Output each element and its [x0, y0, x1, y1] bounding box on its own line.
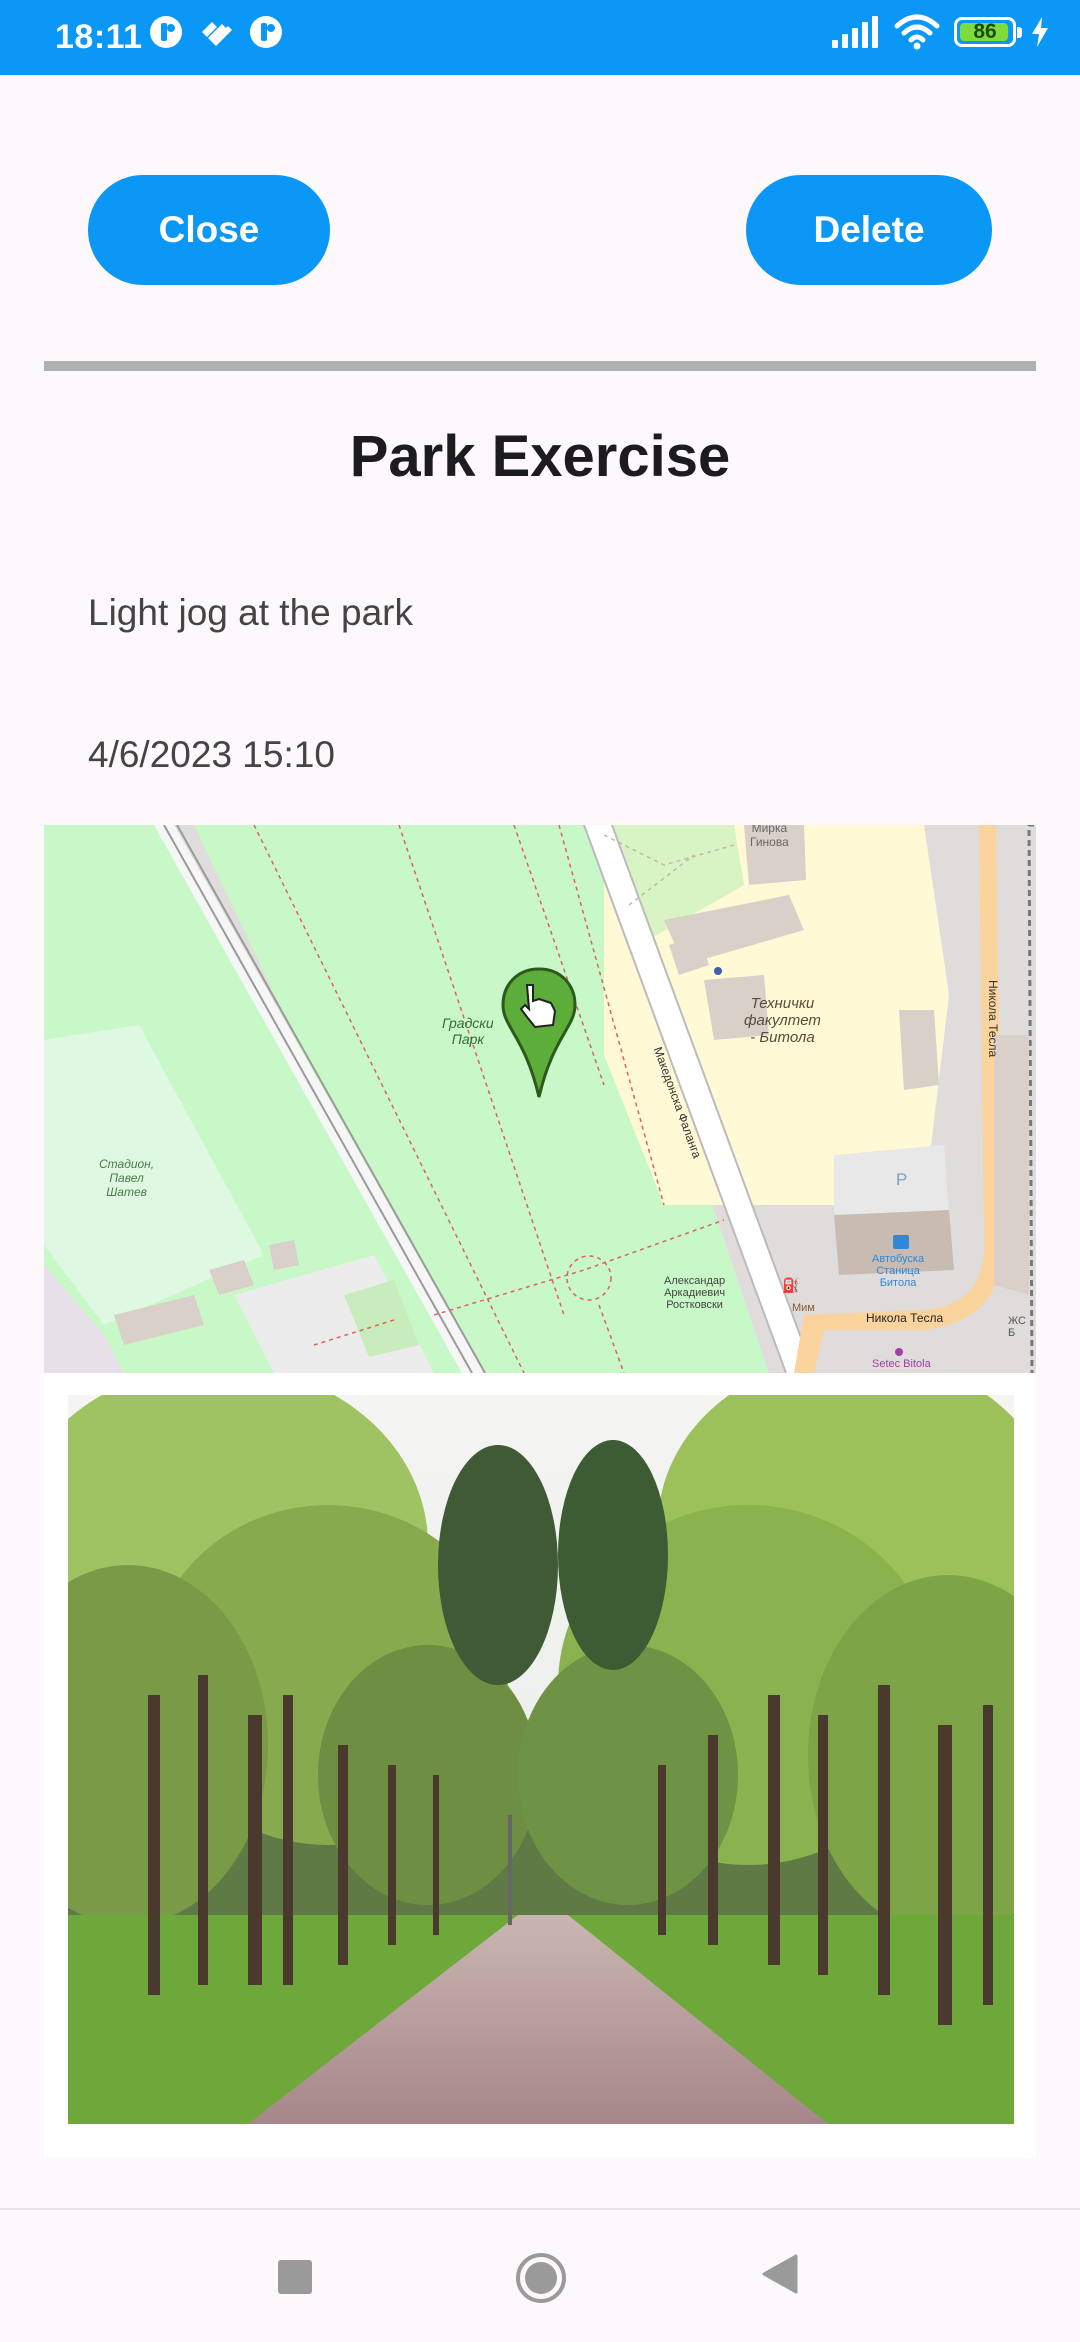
map-label-setec: Setec Bitola — [872, 1358, 931, 1370]
battery-level: 86 — [973, 20, 997, 43]
park-photo-art — [68, 1395, 1014, 2124]
map-label-monument: Александар Аркадиевич Ростковски — [664, 1275, 726, 1311]
status-time: 18:11 — [55, 18, 143, 56]
map-label-mirka: Мирка Гинова — [750, 825, 789, 849]
entry-description: Light jog at the park — [88, 592, 413, 633]
app-notification-icon — [250, 16, 282, 48]
status-bar: 18:11 86 — [0, 0, 1080, 75]
map-pin-hand-icon[interactable] — [499, 965, 579, 1100]
battery-icon: 86 — [954, 17, 1022, 47]
location-map[interactable]: ⛽ Градски Парк Стадион, Павел Шатев Техн… — [44, 825, 1036, 1373]
recents-button[interactable] — [278, 2260, 312, 2294]
status-indicators: 86 — [830, 14, 1050, 50]
delete-button[interactable]: Delete — [746, 175, 992, 285]
entry-title: Park Exercise — [349, 424, 731, 489]
close-button[interactable]: Close — [88, 175, 330, 285]
back-button[interactable] — [760, 2252, 800, 2296]
app-notification-icon — [150, 16, 182, 48]
system-nav-bar — [0, 2208, 1080, 2342]
map-label-faculty: Технички факултет - Битола — [744, 995, 821, 1046]
map-label-park: Градски Парк — [442, 1015, 494, 1047]
map-label-ms: Мим — [792, 1302, 815, 1314]
svg-text:⛽: ⛽ — [782, 1277, 799, 1294]
map-label-zhs: ЖС Б — [1008, 1315, 1026, 1339]
app-notification-icon — [202, 22, 232, 46]
home-button[interactable] — [515, 2252, 567, 2304]
map-label-stadium: Стадион, Павел Шатев — [99, 1157, 155, 1199]
entry-datetime: 4/6/2023 15:10 — [88, 734, 335, 775]
wifi-icon — [894, 14, 940, 50]
photo-card — [44, 1373, 1036, 2158]
park-alley-photo[interactable] — [68, 1395, 1014, 2124]
signal-icon — [832, 16, 878, 48]
status-app-icons — [148, 14, 284, 50]
charging-icon — [1032, 17, 1048, 47]
map-label-bus-station: Автобуска Станица Битола — [872, 1253, 925, 1289]
divider — [44, 361, 1036, 371]
map-label-street-nikola-tesla: Никола Тесла — [986, 980, 1000, 1058]
map-label-street-nikola-tesla-2: Никола Тесла — [866, 1311, 944, 1325]
map-label-parking: P — [896, 1170, 908, 1189]
